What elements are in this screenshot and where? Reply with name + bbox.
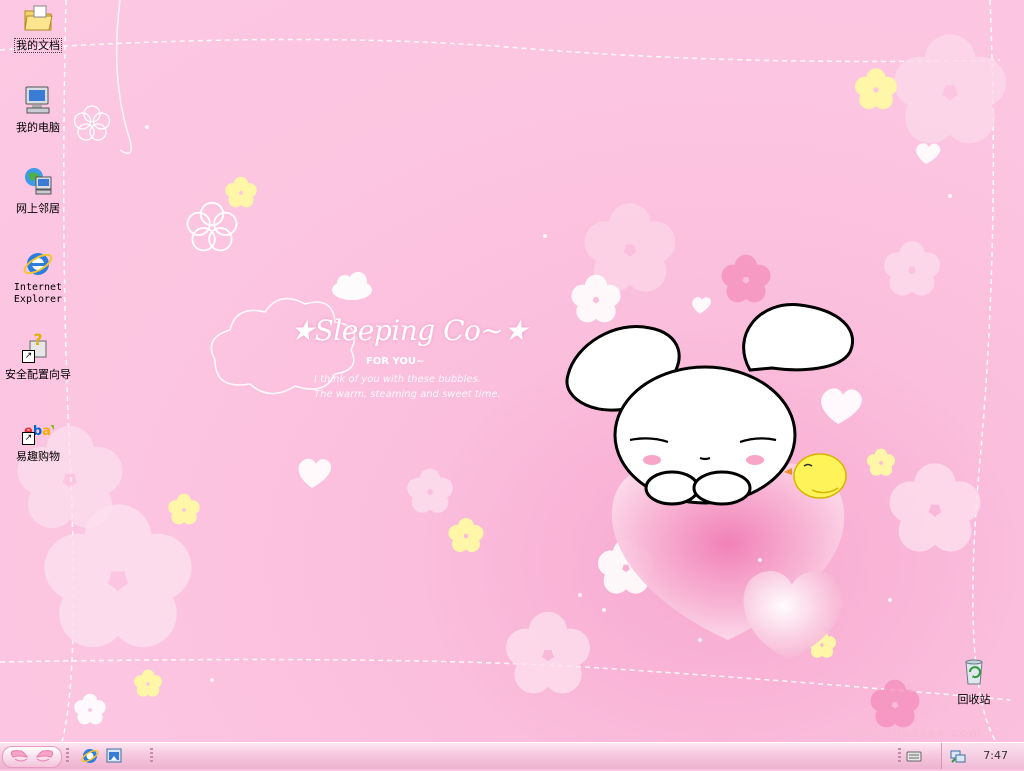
- folder-icon: [22, 2, 54, 34]
- flower-decoration: [73, 105, 111, 141]
- quicklaunch-show-desktop-button[interactable]: [104, 746, 124, 766]
- desktop-icon-label: Internet Explorer: [13, 282, 63, 305]
- swirl-line: [115, 0, 132, 155]
- desktop-icon-security-wizard[interactable]: ? ↗ 安全配置向导: [0, 330, 76, 382]
- wizard-icon: ? ↗: [22, 330, 54, 363]
- desktop-icon-network-places[interactable]: 网上邻居: [0, 165, 76, 216]
- frame-line-top: [0, 38, 1001, 63]
- flower-decoration: [448, 518, 484, 552]
- svg-text:?: ?: [33, 331, 42, 349]
- ie-icon: [81, 749, 99, 763]
- computer-icon: [22, 84, 54, 116]
- flower-decoration: [74, 693, 106, 725]
- taskbar-grip[interactable]: [66, 748, 69, 764]
- desktop[interactable]: ★Sleeping Co~★ FOR YOU~ I think of you w…: [0, 0, 1024, 742]
- desktop-icon-recycle-bin[interactable]: 回收站: [936, 656, 1012, 707]
- keyboard-icon: [906, 751, 922, 762]
- wallpaper-subtitle: FOR YOU~: [366, 356, 425, 367]
- desktop-icon-internet-explorer[interactable]: Internet Explorer: [0, 248, 76, 306]
- flower-decoration: [884, 241, 940, 296]
- flower-decoration: [855, 68, 897, 110]
- wallpaper-url: www.lovesee.com: [846, 726, 983, 740]
- recycle-bin-icon: [958, 656, 990, 688]
- flower-decoration: [870, 679, 920, 728]
- desktop-icon-label: 网上邻居: [16, 202, 60, 215]
- show-desktop-icon: [106, 748, 122, 763]
- network-icon: [22, 165, 54, 197]
- desktop-icon-ebay[interactable]: ebaY ↗ 易趣购物: [0, 413, 76, 464]
- desktop-icon-my-computer[interactable]: 我的电脑: [0, 84, 76, 135]
- flower-decoration: [506, 611, 590, 694]
- cloud-decoration: [332, 272, 372, 300]
- shortcut-arrow-icon: ↗: [22, 432, 35, 445]
- taskbar: 7:47: [0, 742, 1024, 769]
- network-tray-icon[interactable]: [950, 748, 966, 764]
- desktop-icon-label: 我的电脑: [16, 121, 60, 134]
- desktop-icon-label: 回收站: [957, 693, 991, 706]
- taskbar-grip[interactable]: [150, 748, 153, 764]
- flower-decoration: [186, 201, 238, 252]
- quicklaunch-ie-button[interactable]: [80, 746, 100, 766]
- input-method-button[interactable]: [904, 746, 924, 766]
- taskbar-clock[interactable]: 7:47: [983, 749, 1008, 762]
- system-tray: 7:47: [941, 743, 1024, 769]
- flower-decoration: [168, 493, 200, 525]
- wallpaper-title: ★Sleeping Co~★: [290, 314, 528, 347]
- desktop-icon-label: 安全配置向导: [5, 368, 71, 381]
- wallpaper-caption-line: I think of you with these bubbles.: [314, 374, 481, 385]
- desktop-icon-label: 易趣购物: [16, 450, 60, 463]
- taskbar-grip[interactable]: [898, 748, 901, 764]
- ebay-icon: ebaY ↗: [22, 413, 61, 445]
- flower-decoration: [894, 34, 1006, 144]
- wallpaper: [0, 0, 1011, 742]
- bunny-cheek: [643, 455, 661, 465]
- start-button[interactable]: [2, 746, 62, 768]
- flower-decoration: [134, 669, 162, 697]
- start-wings-icon: [10, 750, 54, 762]
- wallpaper-caption-line: The warm, steaming and sweet time.: [314, 389, 501, 400]
- flower-decoration: [889, 463, 981, 552]
- desktop-icon-label: 我的文档: [14, 38, 62, 53]
- flower-decoration: [721, 254, 771, 303]
- bunny-cheek: [746, 455, 764, 465]
- flower-decoration: [867, 448, 895, 476]
- flower-decoration: [44, 504, 192, 648]
- desktop-icon-my-documents[interactable]: 我的文档: [0, 2, 76, 53]
- shortcut-arrow-icon: ↗: [22, 350, 35, 363]
- flower-decoration: [407, 468, 453, 513]
- flower-decoration: [225, 176, 257, 208]
- ie-icon: [22, 248, 54, 280]
